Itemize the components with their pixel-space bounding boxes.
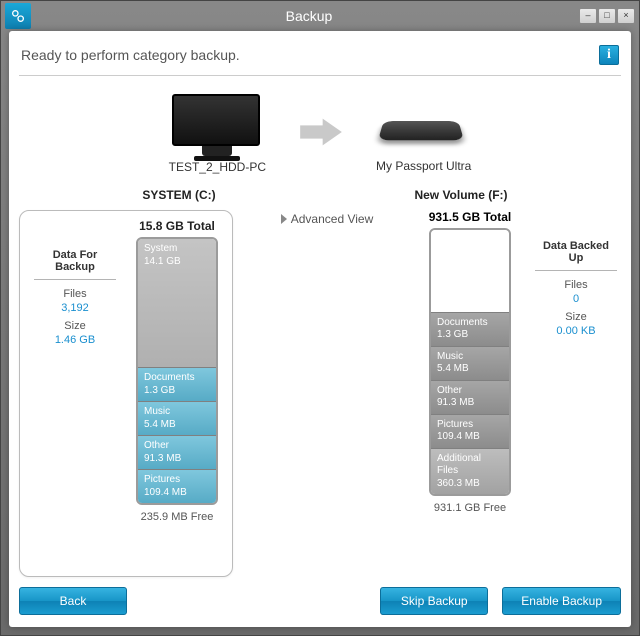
maximize-button[interactable]: □	[598, 8, 616, 24]
dest-free: 931.1 GB Free	[434, 502, 506, 514]
back-button[interactable]: Back	[19, 587, 127, 615]
seg-pictures[interactable]: Pictures 109.4 MB	[138, 469, 216, 503]
backed-files-label: Files	[531, 279, 621, 291]
backed-size-value: 0.00 KB	[531, 325, 621, 337]
chevron-right-icon	[281, 214, 287, 224]
seg-other[interactable]: Other 91.3 MB	[138, 435, 216, 469]
app-icon	[5, 3, 31, 29]
advanced-view-label: Advanced View	[291, 212, 374, 226]
monitor-icon	[172, 94, 262, 154]
dest-device: My Passport Ultra	[376, 95, 471, 173]
skip-backup-button[interactable]: Skip Backup	[380, 587, 488, 615]
dest-storage-bar: Documents 1.3 GB Music 5.4 MB Other 91.3…	[429, 228, 511, 496]
main-area: Data For Backup Files 3,192 Size 1.46 GB…	[19, 206, 621, 577]
dest-seg-documents: Documents 1.3 GB	[431, 312, 509, 346]
status-text: Ready to perform category backup.	[21, 47, 240, 63]
devices-row: TEST_2_HDD-PC My Passport Ultra	[19, 76, 621, 182]
source-device-label: TEST_2_HDD-PC	[169, 160, 266, 174]
window-title: Backup	[39, 8, 579, 24]
arrow-icon	[296, 114, 346, 155]
size-label: Size	[30, 320, 120, 332]
volumes-row: SYSTEM (C:) New Volume (F:)	[19, 182, 621, 206]
dest-seg-additional: Additional Files 360.3 MB	[431, 448, 509, 495]
minimize-button[interactable]: –	[579, 8, 597, 24]
window-controls: – □ ×	[579, 8, 635, 24]
info-button[interactable]: i	[599, 45, 619, 65]
source-card: Data For Backup Files 3,192 Size 1.46 GB…	[19, 210, 233, 577]
files-value: 3,192	[30, 302, 120, 314]
seg-music[interactable]: Music 5.4 MB	[138, 401, 216, 435]
source-total: 15.8 GB Total	[139, 219, 215, 233]
drive-icon	[376, 113, 466, 153]
backed-files-value: 0	[531, 293, 621, 305]
dest-seg-other: Other 91.3 MB	[431, 380, 509, 414]
footer-buttons: Back Skip Backup Enable Backup	[19, 577, 621, 615]
gears-icon	[10, 8, 26, 24]
seg-system: System 14.1 GB	[138, 239, 216, 367]
data-backed-up-head: Data Backed Up	[535, 240, 617, 271]
seg-documents[interactable]: Documents 1.3 GB	[138, 367, 216, 401]
status-row: Ready to perform category backup. i	[19, 41, 621, 76]
source-device: TEST_2_HDD-PC	[169, 94, 266, 174]
data-backed-up-stats: Data Backed Up Files 0 Size 0.00 KB	[531, 210, 621, 577]
dest-total: 931.5 GB Total	[429, 210, 511, 224]
data-for-backup-head: Data For Backup	[34, 249, 116, 280]
files-label: Files	[30, 288, 120, 300]
source-storage-bar: System 14.1 GB Documents 1.3 GB Music 5.…	[136, 237, 218, 505]
backed-size-label: Size	[531, 311, 621, 323]
dest-bar-column: 931.5 GB Total Documents 1.3 GB Music 5.…	[415, 210, 525, 577]
seg-empty	[431, 230, 509, 312]
dest-seg-music: Music 5.4 MB	[431, 346, 509, 380]
enable-backup-button[interactable]: Enable Backup	[502, 587, 621, 615]
source-free: 235.9 MB Free	[141, 511, 214, 523]
source-bar-column: 15.8 GB Total System 14.1 GB Documents 1…	[132, 219, 222, 570]
data-for-backup-stats: Data For Backup Files 3,192 Size 1.46 GB	[30, 219, 120, 570]
center-column: Advanced View	[239, 210, 415, 577]
titlebar: Backup – □ ×	[1, 1, 639, 31]
app-window: Backup – □ × Ready to perform category b…	[0, 0, 640, 636]
content-area: Ready to perform category backup. i TEST…	[9, 31, 631, 627]
close-button[interactable]: ×	[617, 8, 635, 24]
dest-seg-pictures: Pictures 109.4 MB	[431, 414, 509, 448]
dest-volume-label: New Volume (F:)	[361, 188, 561, 202]
source-volume-label: SYSTEM (C:)	[79, 188, 279, 202]
size-value: 1.46 GB	[30, 334, 120, 346]
advanced-view-toggle[interactable]: Advanced View	[281, 212, 374, 226]
dest-device-label: My Passport Ultra	[376, 159, 471, 173]
